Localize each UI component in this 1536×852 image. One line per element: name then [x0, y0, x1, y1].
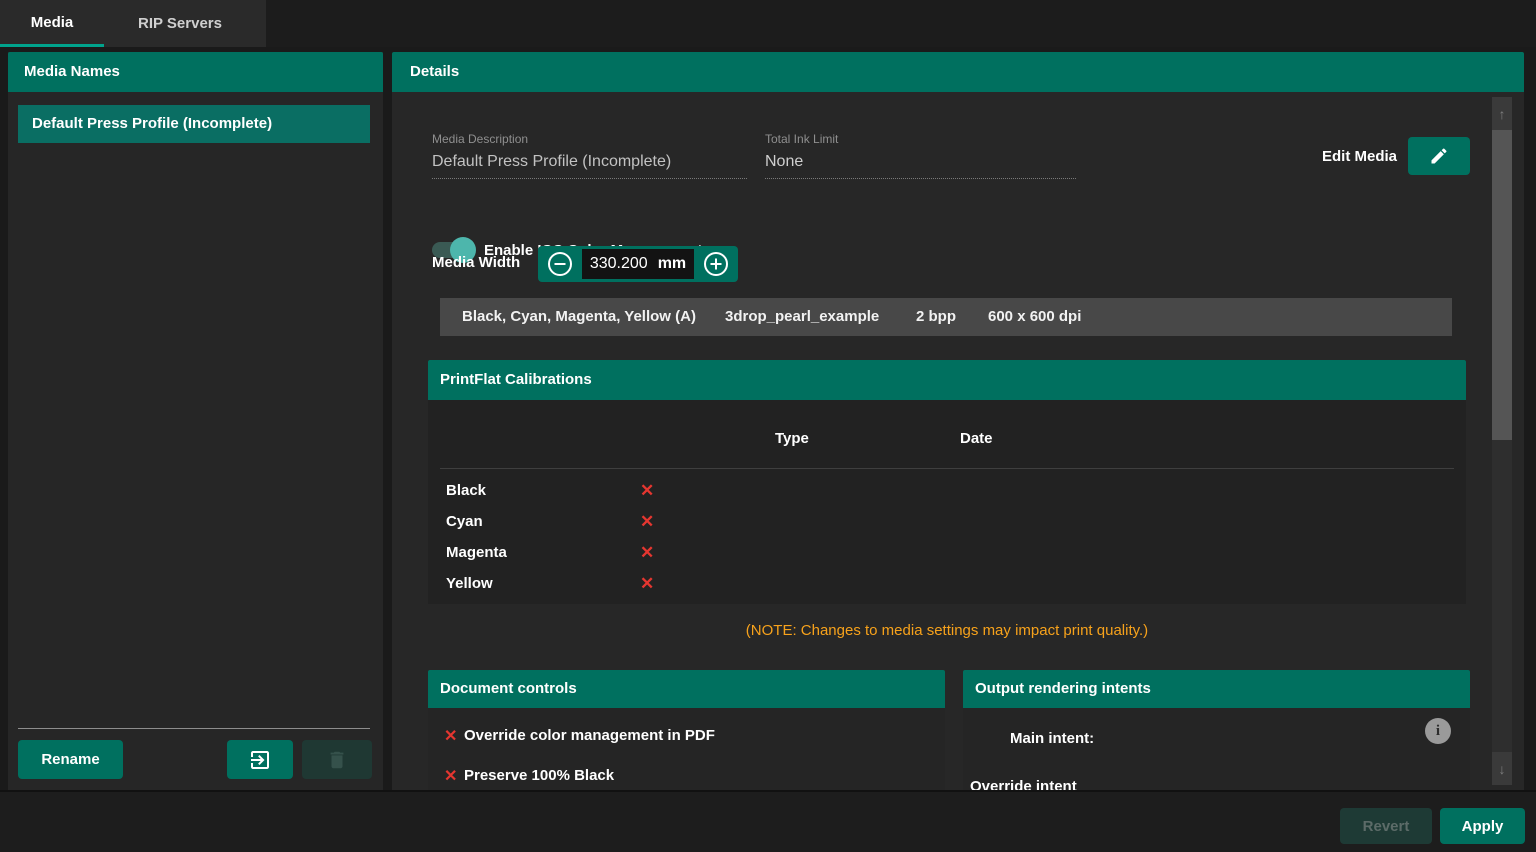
edit-media-button[interactable] [1408, 137, 1470, 175]
output-rendering-intents-header: Output rendering intents [963, 670, 1470, 708]
channel-resolution: 600 x 600 dpi [988, 298, 1081, 336]
delete-media-button[interactable] [302, 740, 372, 779]
info-icon[interactable]: i [1425, 718, 1451, 744]
media-width-unit: mm [658, 255, 686, 273]
tab-rip-servers[interactable]: RIP Servers [104, 0, 256, 47]
details-content: Media Description Default Press Profile … [392, 92, 1524, 790]
revert-button[interactable]: Revert [1340, 808, 1432, 844]
media-settings-note: (NOTE: Changes to media settings may imp… [428, 622, 1466, 639]
channel-summary-row[interactable]: Black, Cyan, Magenta, Yellow (A) 3drop_p… [440, 298, 1452, 336]
details-panel: Details Media Description Default Press … [392, 52, 1524, 790]
minus-circle-icon [547, 251, 573, 277]
disabled-setting-icon: ✕ [444, 766, 457, 786]
tab-media[interactable]: Media [0, 0, 104, 47]
channel-colorants: Black, Cyan, Magenta, Yellow (A) [462, 298, 696, 336]
rename-button[interactable]: Rename [18, 740, 123, 779]
disabled-setting-icon: ✕ [444, 726, 457, 746]
main-intent-label: Main intent: [1010, 730, 1094, 747]
channel-screen: 3drop_pearl_example [725, 298, 879, 336]
details-scrollbar[interactable]: ↑ ↓ [1492, 97, 1512, 785]
total-ink-limit-value[interactable]: None [765, 153, 1076, 179]
media-description-field[interactable]: Media Description Default Press Profile … [432, 132, 747, 179]
media-width-label: Media Width [432, 254, 520, 271]
document-controls-header: Document controls [428, 670, 945, 708]
left-panel-divider [18, 728, 370, 729]
bottom-action-bar: Revert Apply [0, 790, 1536, 852]
media-width-increase-button[interactable] [694, 246, 738, 282]
media-width-stepper: 330.200 mm [538, 246, 738, 282]
scroll-up-icon: ↑ [1499, 106, 1506, 122]
channel-bpp: 2 bpp [916, 298, 956, 336]
missing-calibration-icon: ✕ [640, 543, 654, 563]
tab-rip-servers-label: RIP Servers [138, 15, 222, 32]
total-ink-limit-label: Total Ink Limit [765, 132, 1076, 146]
edit-media-label: Edit Media [1247, 148, 1397, 165]
document-control-item: Preserve 100% Black [464, 767, 614, 784]
media-list-item-selected[interactable]: Default Press Profile (Incomplete) [18, 105, 370, 143]
plus-circle-icon [703, 251, 729, 277]
missing-calibration-icon: ✕ [640, 512, 654, 532]
details-header: Details [392, 52, 1524, 92]
override-intent-label: Override intent [970, 778, 1077, 790]
missing-calibration-icon: ✕ [640, 574, 654, 594]
media-description-value[interactable]: Default Press Profile (Incomplete) [432, 153, 747, 179]
tab-media-label: Media [31, 14, 74, 31]
scroll-up-button[interactable]: ↑ [1492, 97, 1512, 130]
media-width-decrease-button[interactable] [538, 246, 582, 282]
top-tab-bar: Media RIP Servers [0, 0, 1536, 47]
media-names-header: Media Names [8, 52, 383, 92]
output-rendering-intents-panel: Output rendering intents Main intent: i … [963, 670, 1470, 790]
import-icon [248, 748, 272, 772]
media-names-panel: Media Names Default Press Profile (Incom… [8, 52, 383, 790]
missing-calibration-icon: ✕ [640, 481, 654, 501]
tabs-strip: Media RIP Servers [0, 0, 266, 47]
pencil-icon [1429, 146, 1449, 166]
calibration-row-name: Yellow [446, 575, 493, 592]
scroll-down-icon: ↓ [1499, 761, 1506, 777]
calibration-row-name: Cyan [446, 513, 483, 530]
calibration-col-date: Date [960, 430, 993, 447]
scroll-down-button[interactable]: ↓ [1492, 752, 1512, 785]
document-controls-panel: Document controls ✕ Override color manag… [428, 670, 945, 790]
document-control-item: Override color management in PDF [464, 727, 715, 744]
calibration-row-name: Black [446, 482, 486, 499]
import-media-button[interactable] [227, 740, 293, 779]
printflat-calibrations-panel: PrintFlat Calibrations Type Date Black ✕… [428, 360, 1466, 604]
trash-icon [326, 749, 348, 771]
calibration-row-name: Magenta [446, 544, 507, 561]
media-width-input[interactable]: 330.200 mm [582, 249, 694, 279]
scrollbar-thumb[interactable] [1492, 130, 1512, 440]
printflat-calibrations-header: PrintFlat Calibrations [428, 360, 1466, 400]
total-ink-limit-field[interactable]: Total Ink Limit None [765, 132, 1076, 179]
calibration-col-type: Type [775, 430, 809, 447]
media-width-value: 330.200 [590, 255, 648, 273]
apply-button[interactable]: Apply [1440, 808, 1525, 844]
calibration-table-divider [440, 468, 1454, 469]
media-description-label: Media Description [432, 132, 747, 146]
